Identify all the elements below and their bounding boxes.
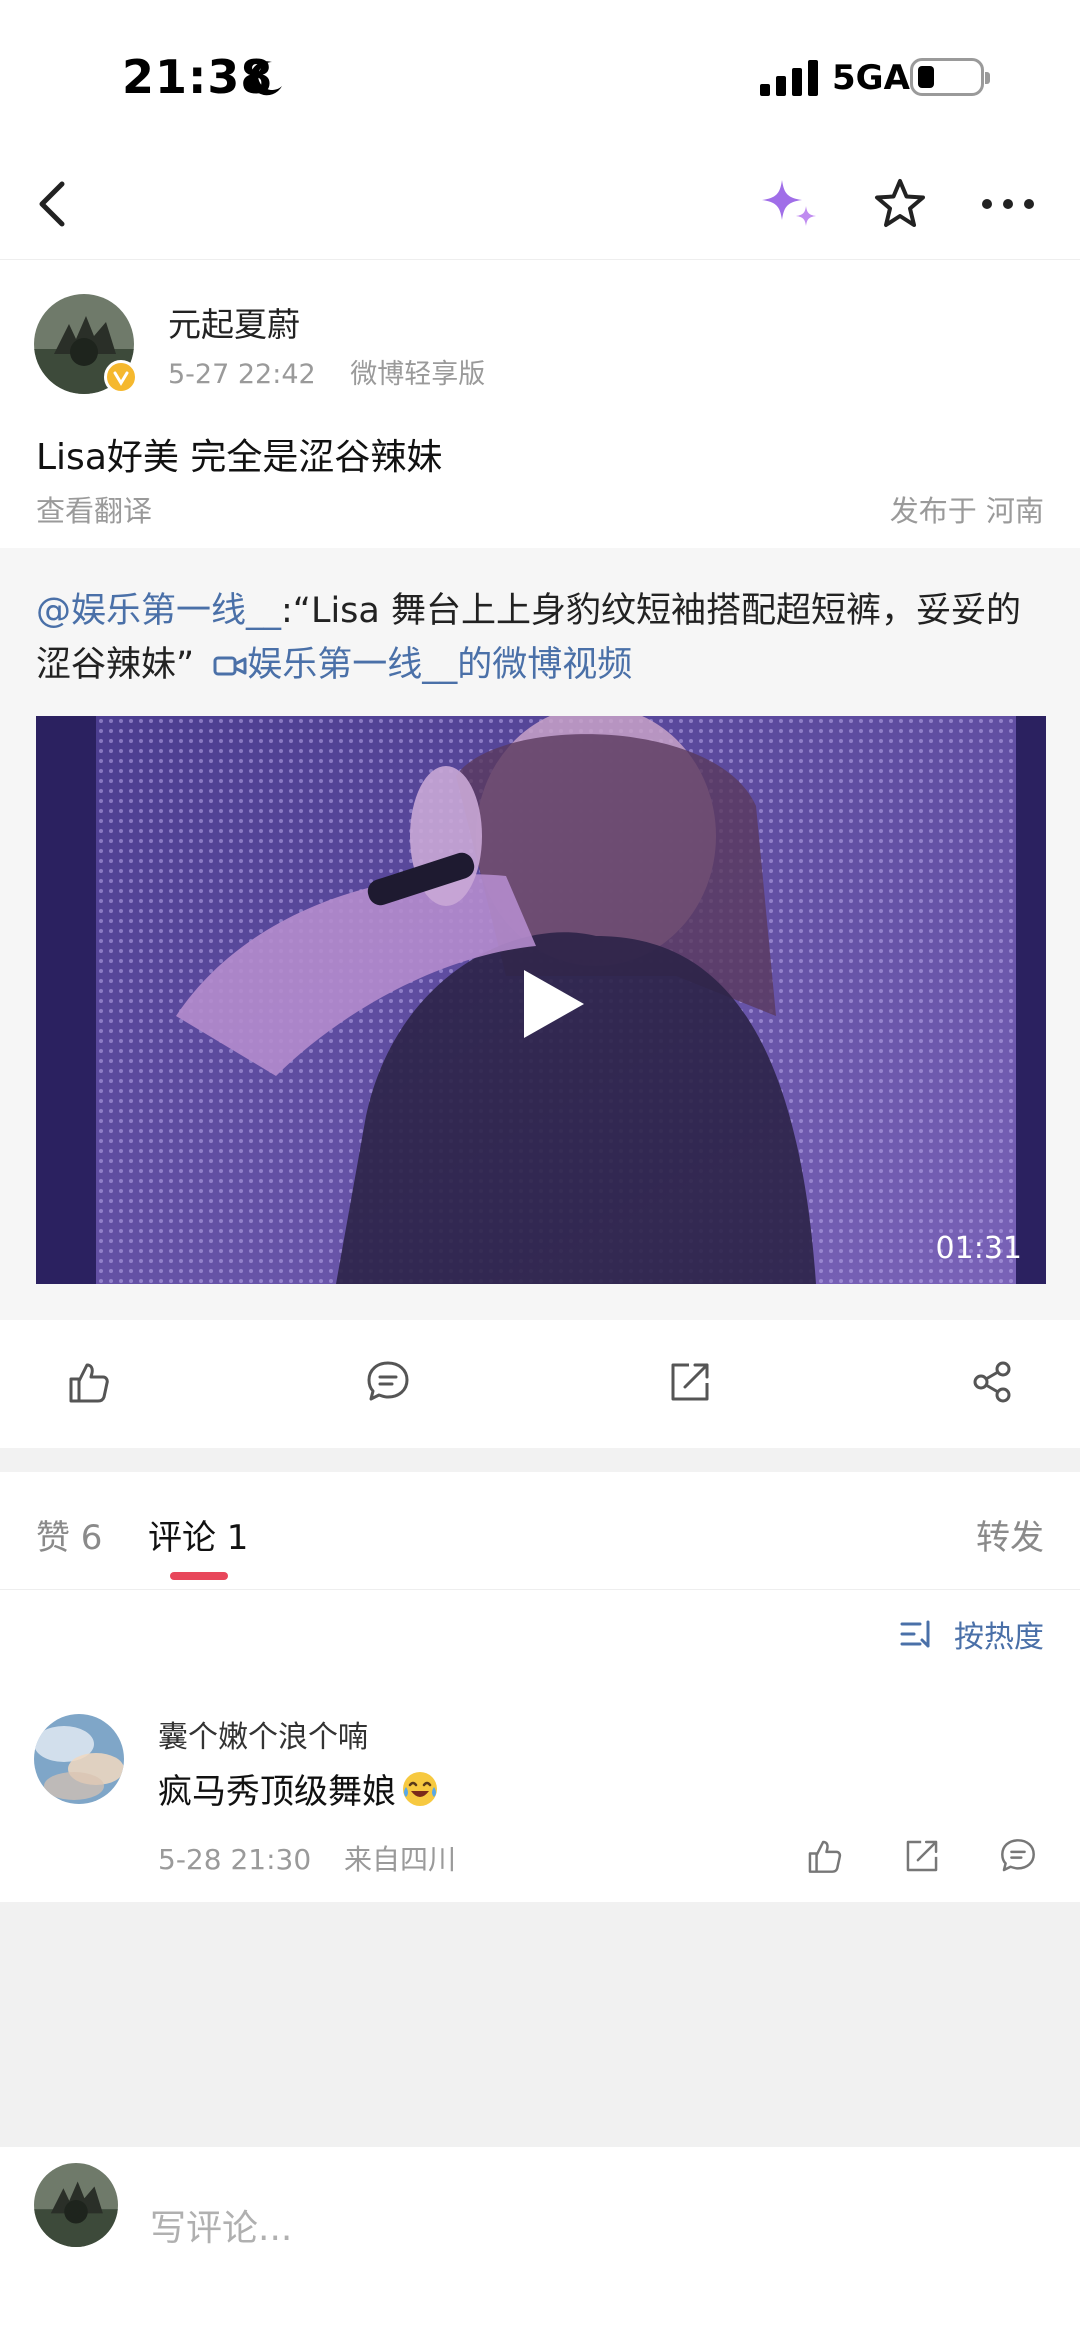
- comment-date: 5-28 21:30: [158, 1843, 312, 1876]
- sort-label: 按热度: [954, 1620, 1044, 1655]
- laughing-crying-emoji-icon: [403, 1771, 437, 1806]
- post-date: 5-27 22:42: [168, 359, 316, 390]
- comment-location: 来自四川: [344, 1843, 457, 1876]
- more-icon[interactable]: [976, 172, 1040, 236]
- sort-button[interactable]: 按热度: [900, 1612, 1044, 1656]
- battery-icon: [910, 58, 990, 96]
- comment-body: 疯马秀顶级舞娘: [158, 1772, 396, 1812]
- play-icon[interactable]: [512, 964, 592, 1044]
- comment-meta: 5-28 21:30 来自四川: [158, 1838, 456, 1878]
- signal-icon: [760, 60, 818, 96]
- action-bar: [0, 1320, 1080, 1448]
- comment-author[interactable]: 囊个嫩个浪个喃: [158, 1712, 368, 1756]
- comment-repost-icon[interactable]: [898, 1832, 946, 1880]
- status-bar: 21:38 5GA: [0, 0, 1080, 150]
- nav-bar: [0, 150, 1080, 260]
- share-icon[interactable]: [960, 1350, 1024, 1414]
- network-label: 5GA: [832, 58, 910, 98]
- comment-reply-icon[interactable]: [994, 1832, 1042, 1880]
- moon-icon: [249, 61, 282, 96]
- sparkle-icon[interactable]: [758, 172, 822, 236]
- repost-card[interactable]: @娱乐第一线__:“Lisa 舞台上上身豹纹短袖搭配超短裤，妥妥的涩谷辣妹” 娱…: [0, 548, 1080, 1320]
- tab-comments[interactable]: 评论 1: [148, 1510, 248, 1559]
- sort-icon: [900, 1620, 930, 1648]
- empty-area: [0, 1902, 1080, 2147]
- like-icon[interactable]: [56, 1350, 120, 1414]
- commenter-avatar[interactable]: [34, 1714, 124, 1804]
- comment-like-icon[interactable]: [800, 1832, 848, 1880]
- star-icon[interactable]: [868, 172, 932, 236]
- comment-input[interactable]: 写评论...: [150, 2199, 292, 2251]
- video-duration: 01:31: [935, 1231, 1022, 1266]
- repost-text: @娱乐第一线__:“Lisa 舞台上上身豹纹短袖搭配超短裤，妥妥的涩谷辣妹” 娱…: [36, 584, 1046, 692]
- tab-reposts[interactable]: 转发: [976, 1510, 1044, 1559]
- translate-link[interactable]: 查看翻译: [36, 488, 152, 530]
- verified-badge: [104, 360, 138, 394]
- my-avatar: [34, 2163, 118, 2247]
- post-location: 发布于 河南: [889, 494, 1044, 528]
- back-icon[interactable]: [20, 172, 84, 236]
- tab-indicator: [170, 1572, 228, 1580]
- video-link[interactable]: 娱乐第一线__的微博视频: [247, 645, 632, 685]
- post-meta: 5-27 22:42 微博轻享版: [168, 352, 485, 391]
- comment-composer[interactable]: 写评论...: [0, 2147, 1080, 2347]
- tab-likes[interactable]: 赞 6: [36, 1510, 102, 1559]
- video-player[interactable]: 01:31: [36, 716, 1046, 1284]
- post-source: 微博轻享版: [350, 359, 486, 390]
- comment-text: 疯马秀顶级舞娘: [158, 1764, 440, 1813]
- repost-icon[interactable]: [658, 1350, 722, 1414]
- author-name[interactable]: 元起夏蔚: [168, 298, 300, 346]
- mention-link[interactable]: @娱乐第一线__: [36, 591, 281, 631]
- video-camera-icon: [213, 656, 247, 676]
- interaction-tabs: 赞 6 评论 1 转发: [0, 1472, 1080, 1590]
- section-divider: [0, 1448, 1080, 1472]
- comment-icon[interactable]: [356, 1350, 420, 1414]
- post-text: Lisa好美 完全是涩谷辣妹: [36, 437, 443, 478]
